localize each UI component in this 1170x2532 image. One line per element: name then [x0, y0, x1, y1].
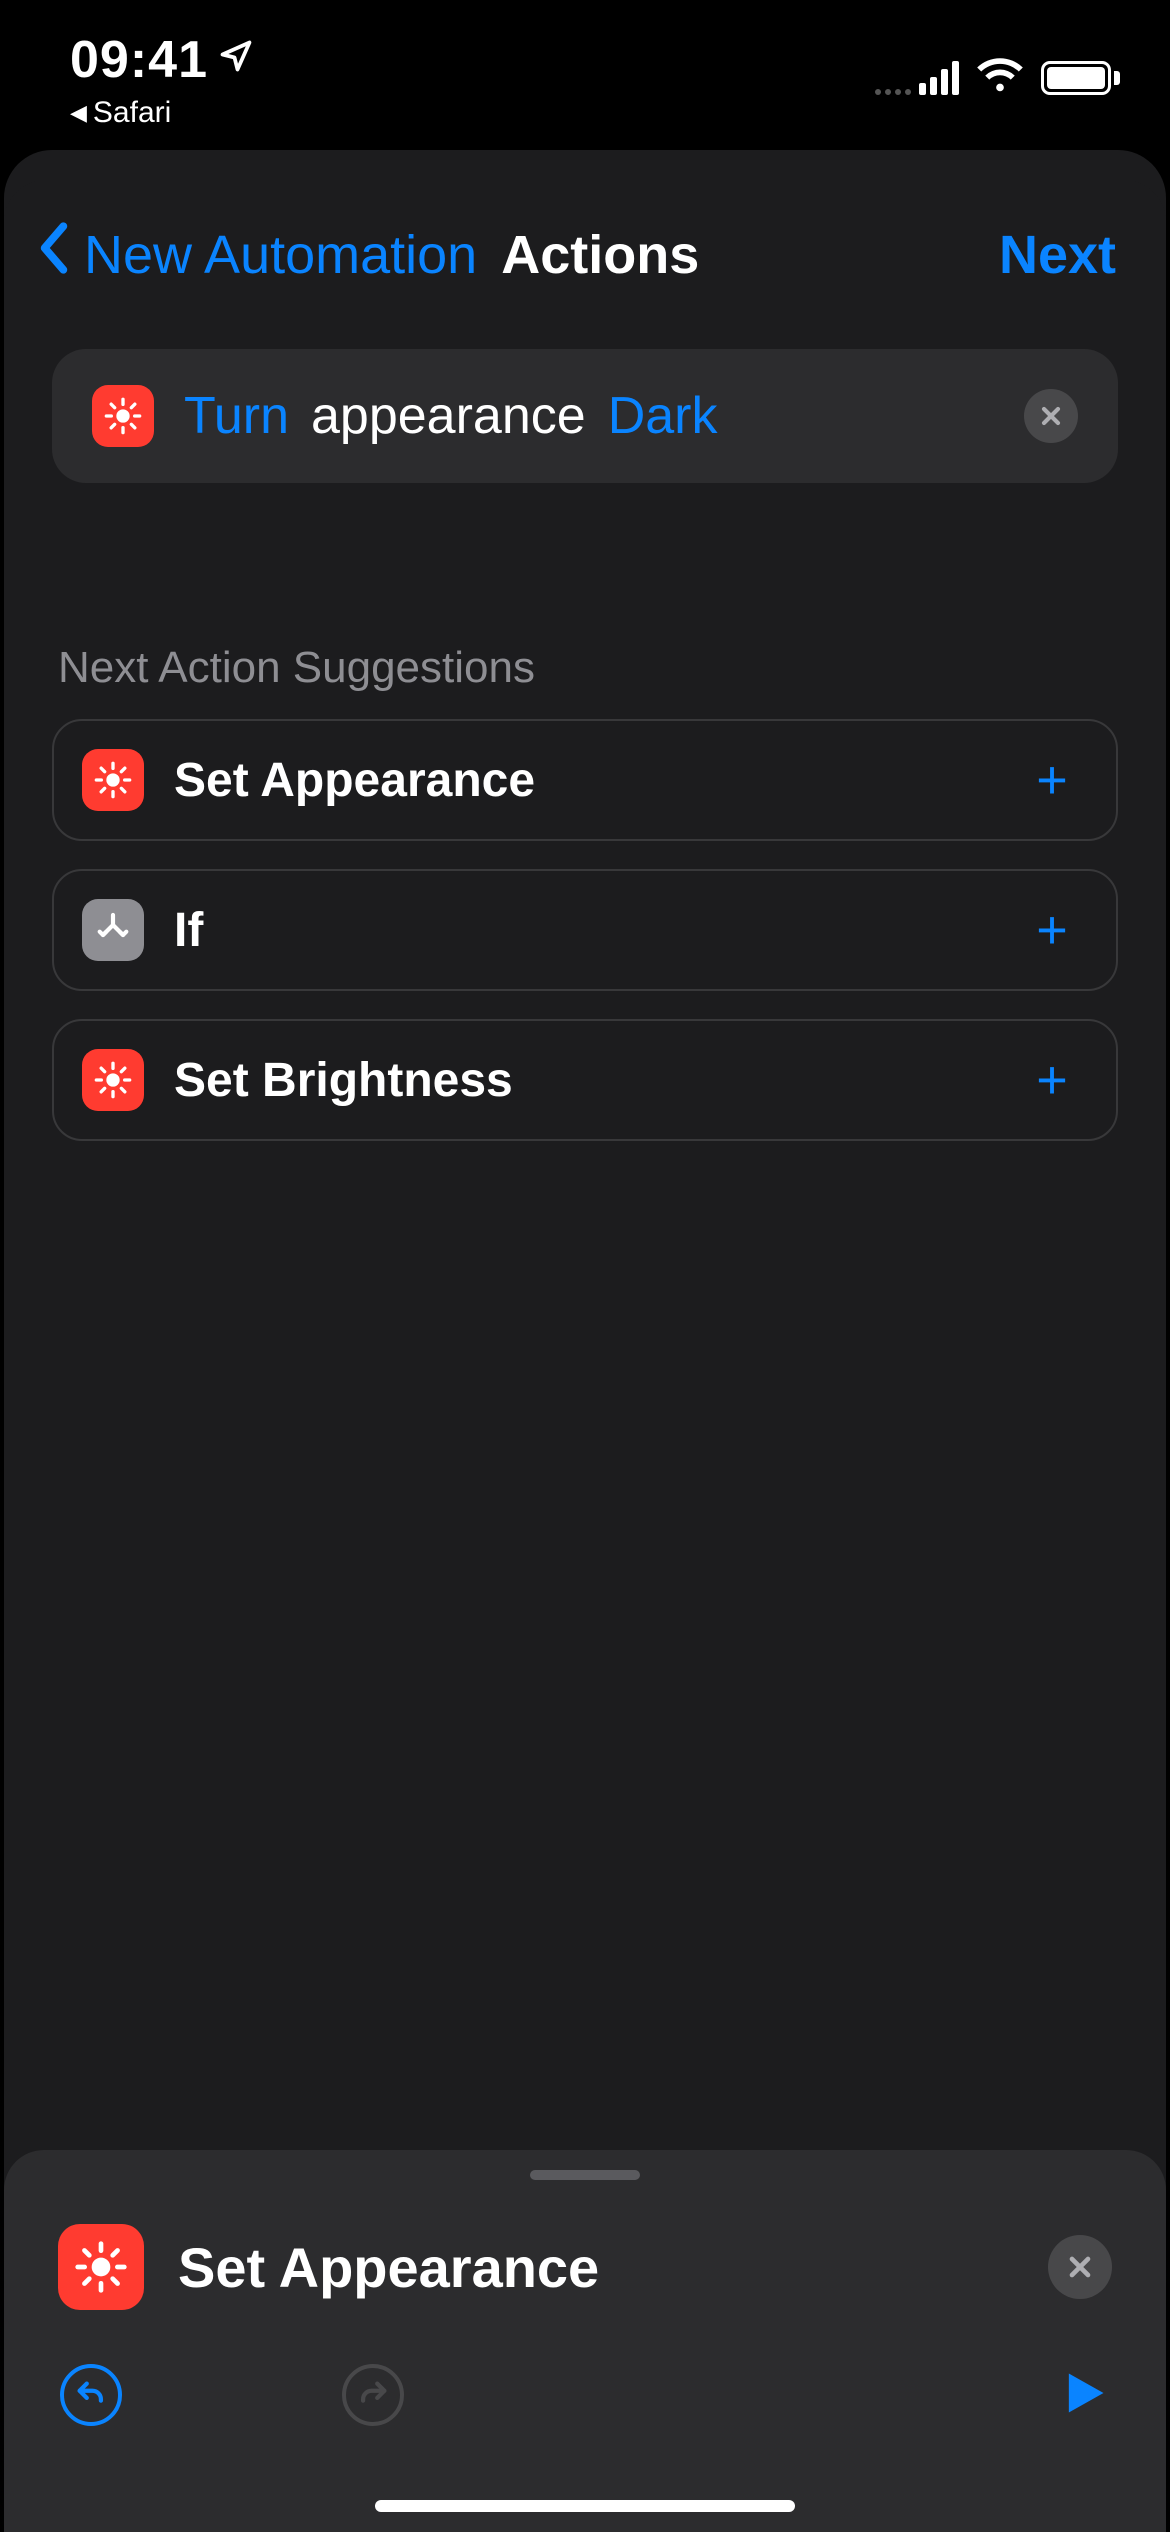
nav-bar: New Automation Actions Next [4, 180, 1166, 319]
status-time: 09:41 [70, 30, 208, 90]
panel-title: Set Appearance [178, 2235, 1014, 2300]
suggestion-set-brightness[interactable]: Set Brightness + [52, 1019, 1118, 1141]
bottom-panel[interactable]: Set Appearance [4, 2150, 1166, 2532]
close-panel-button[interactable] [1048, 2235, 1112, 2299]
redo-button[interactable] [342, 2364, 404, 2426]
suggestion-set-appearance[interactable]: Set Appearance + [52, 719, 1118, 841]
suggestions-header: Next Action Suggestions [58, 643, 1112, 693]
cellular-icon [875, 61, 959, 95]
branch-icon [82, 899, 144, 961]
home-indicator[interactable] [375, 2500, 795, 2512]
page-title: Actions [501, 224, 699, 286]
chevron-left-icon [34, 220, 74, 289]
undo-button[interactable] [60, 2364, 122, 2426]
drag-handle[interactable] [530, 2170, 640, 2180]
next-button[interactable]: Next [999, 224, 1116, 286]
action-param-turn[interactable]: Turn [184, 386, 289, 446]
back-button[interactable]: New Automation [34, 220, 477, 289]
add-suggestion-button[interactable]: + [1028, 749, 1076, 811]
brightness-icon [82, 1049, 144, 1111]
play-button[interactable] [1058, 2367, 1110, 2424]
suggestion-label: Set Brightness [174, 1053, 998, 1108]
action-word: appearance [311, 386, 586, 446]
add-suggestion-button[interactable]: + [1028, 899, 1076, 961]
back-label: New Automation [84, 224, 477, 286]
suggestion-if[interactable]: If + [52, 869, 1118, 991]
back-to-app[interactable]: ◀ Safari [70, 96, 254, 130]
wifi-icon [977, 52, 1023, 103]
brightness-icon [82, 749, 144, 811]
back-app-label: Safari [93, 96, 171, 130]
battery-icon [1041, 61, 1120, 95]
suggestions-list: Set Appearance + If + Set Brightness + [52, 719, 1118, 1141]
suggestion-label: If [174, 903, 998, 958]
action-param-mode[interactable]: Dark [608, 386, 718, 446]
sheet: New Automation Actions Next Turn appeara… [4, 150, 1166, 2532]
action-text: Turn appearance Dark [184, 386, 994, 446]
brightness-icon [58, 2224, 144, 2310]
action-block[interactable]: Turn appearance Dark [52, 349, 1118, 483]
clear-action-button[interactable] [1024, 389, 1078, 443]
add-suggestion-button[interactable]: + [1028, 1049, 1076, 1111]
location-icon [218, 36, 254, 84]
back-triangle-icon: ◀ [70, 100, 87, 126]
brightness-icon [92, 385, 154, 447]
status-bar: 09:41 ◀ Safari [0, 0, 1170, 130]
suggestion-label: Set Appearance [174, 753, 998, 808]
